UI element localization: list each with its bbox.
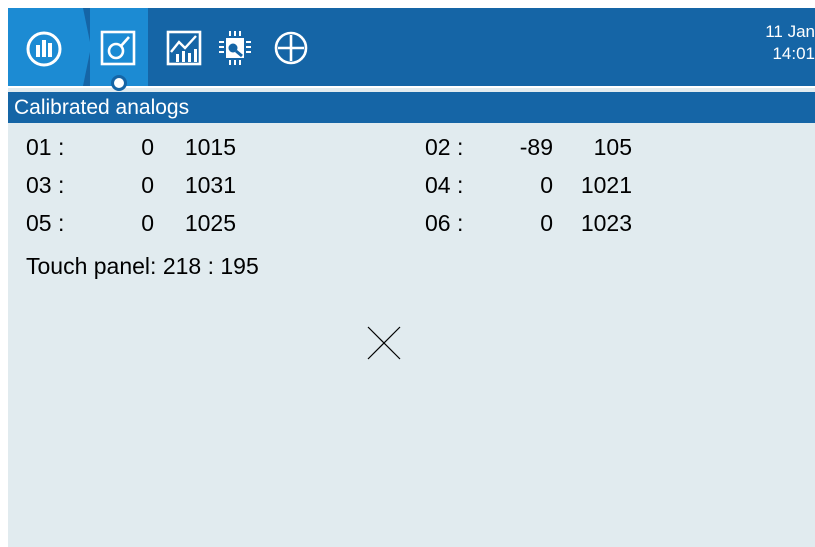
- section-title: Calibrated analogs: [8, 92, 815, 123]
- channel-min: 0: [141, 134, 154, 160]
- date-label: 11 Jan: [765, 22, 815, 41]
- device-screen: 11 Jan 14:01 Calibrated analogs 01 : 0 1…: [8, 8, 815, 547]
- channel-label: 06 :: [425, 210, 464, 236]
- channel-max: 1031: [184, 172, 236, 198]
- calibration-icon: [100, 30, 136, 66]
- crosshair-icon[interactable]: [272, 29, 310, 67]
- channel-label: 04 :: [425, 172, 464, 198]
- channel-max: 1025: [184, 210, 236, 236]
- touch-point-marker-icon: [367, 326, 401, 365]
- channel-max: 1023: [580, 210, 632, 236]
- channel-min: 0: [540, 172, 553, 198]
- channel-min: 0: [141, 172, 154, 198]
- active-tab-indicator: [111, 75, 127, 91]
- gauge-icon: [25, 30, 63, 68]
- date-time-display: 11 Jan 14:01: [735, 21, 815, 65]
- channel-max: 1015: [184, 134, 236, 160]
- time-label: 14:01: [772, 44, 815, 63]
- chart-icon[interactable]: [166, 30, 202, 66]
- channel-max: 105: [593, 134, 632, 160]
- chip-icon[interactable]: [216, 29, 254, 67]
- channel-min: 0: [141, 210, 154, 236]
- channel-min: 0: [540, 210, 553, 236]
- top-bar-divider: [8, 86, 815, 88]
- channel-label: 01 :: [26, 134, 65, 160]
- channel-label: 03 :: [26, 172, 65, 198]
- channel-min: -89: [519, 134, 553, 160]
- channel-max: 1021: [580, 172, 632, 198]
- channel-label: 05 :: [26, 210, 65, 236]
- touch-panel-readout: Touch panel: 218 : 195: [26, 253, 259, 279]
- channel-label: 02 :: [425, 134, 464, 160]
